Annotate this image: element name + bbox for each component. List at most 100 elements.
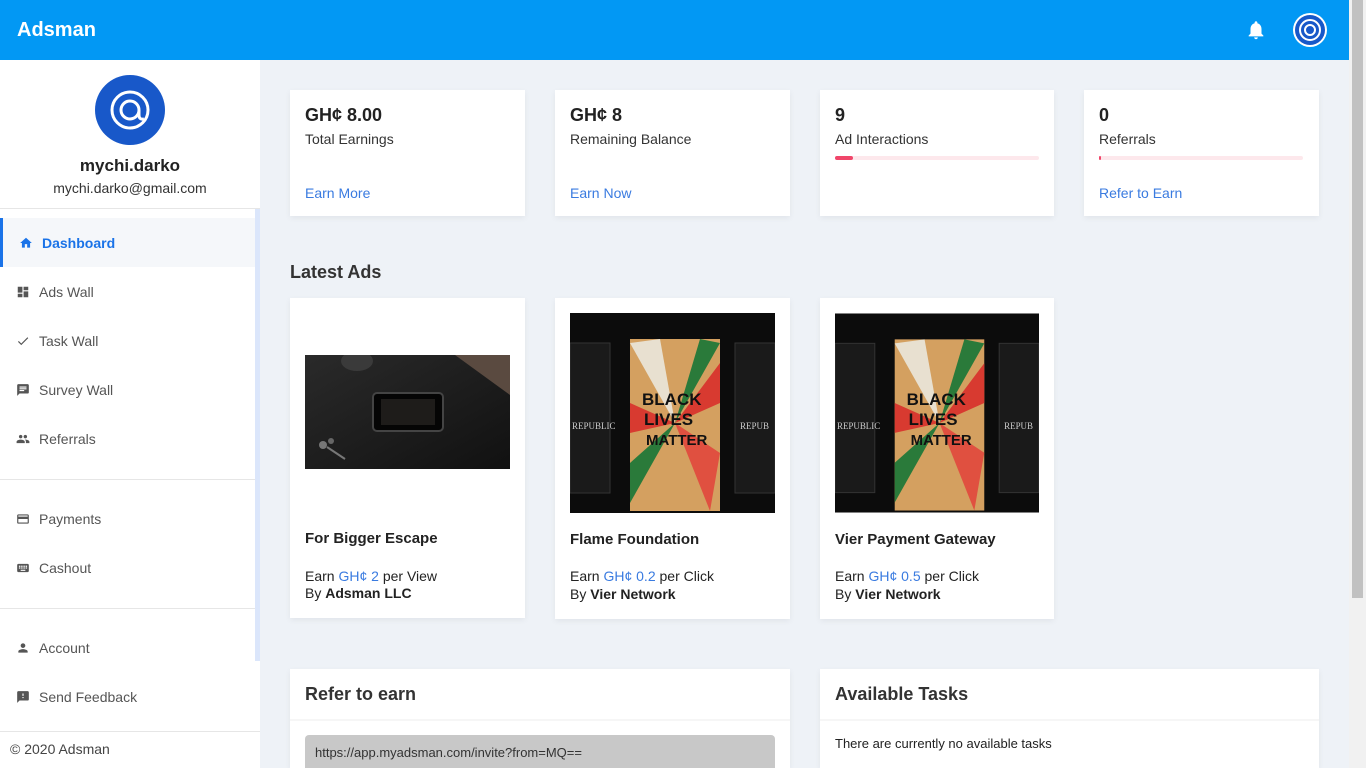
user-avatar-button[interactable] xyxy=(1293,13,1327,47)
sidebar-item-payments[interactable]: Payments xyxy=(0,494,255,543)
advertiser-name: Vier Network xyxy=(590,586,676,602)
ad-advertiser: By Adsman LLC xyxy=(305,585,412,601)
refer-panel: Refer to earn https://app.myadsman.com/i… xyxy=(290,669,790,768)
chat-icon xyxy=(17,383,29,396)
stat-card-total-earnings: GH¢ 8.00 Total Earnings Earn More xyxy=(290,90,525,216)
ad-card[interactable]: For Bigger Escape Earn GH¢ 2 per View By… xyxy=(290,298,525,618)
referrals-progress xyxy=(1099,156,1303,160)
earn-now-link[interactable]: Earn Now xyxy=(570,185,631,201)
earn-more-link[interactable]: Earn More xyxy=(305,185,370,201)
poster-text: LIVES xyxy=(909,410,958,429)
sidebar: mychi.darko mychi.darko@gmail.com Dashbo… xyxy=(0,60,260,768)
earn-unit: per Click xyxy=(655,568,714,584)
poster-text: MATTER xyxy=(911,432,972,449)
no-tasks-message: There are currently no available tasks xyxy=(835,736,1052,751)
page-scrollbar[interactable] xyxy=(1349,0,1366,768)
earn-unit: per Click xyxy=(920,568,979,584)
profile-email: mychi.darko@gmail.com xyxy=(53,180,207,196)
sidebar-item-label: Survey Wall xyxy=(39,381,114,398)
poster-text: BLACK xyxy=(642,390,702,409)
by-prefix: By xyxy=(305,585,326,601)
earn-amount: GH¢ 0.5 xyxy=(868,568,921,584)
stat-label: Remaining Balance xyxy=(570,131,692,147)
panel-divider xyxy=(820,719,1319,721)
sidebar-scrollbar[interactable] xyxy=(255,209,260,661)
ad-title[interactable]: Flame Foundation xyxy=(570,531,699,548)
earn-prefix: Earn xyxy=(835,568,869,584)
keyboard-icon xyxy=(17,563,29,572)
feedback-icon xyxy=(17,690,29,703)
sidebar-item-label: Ads Wall xyxy=(39,283,94,300)
sidebar-item-ads-wall[interactable]: Ads Wall xyxy=(0,267,255,316)
refer-to-earn-link[interactable]: Refer to Earn xyxy=(1099,185,1182,201)
earn-amount: GH¢ 0.2 xyxy=(603,568,656,584)
sidebar-item-send-feedback[interactable]: Send Feedback xyxy=(0,672,255,721)
sidebar-item-label: Task Wall xyxy=(39,332,99,349)
ad-earn-rate: Earn GH¢ 0.5 per Click xyxy=(835,568,979,584)
at-logo-icon xyxy=(110,90,150,130)
stat-value: GH¢ 8 xyxy=(570,105,623,125)
stat-value: 0 xyxy=(1099,105,1110,125)
panel-divider xyxy=(290,719,790,721)
ad-thumbnail-phone-image xyxy=(305,355,510,469)
latest-ads-heading: Latest Ads xyxy=(290,262,382,282)
ad-title[interactable]: For Bigger Escape xyxy=(305,530,438,547)
sidebar-item-dashboard[interactable]: Dashboard xyxy=(0,218,255,267)
people-icon xyxy=(16,434,30,443)
profile-username: mychi.darko xyxy=(79,156,181,175)
stat-value: 9 xyxy=(835,105,846,125)
sidebar-item-referrals[interactable]: Referrals xyxy=(0,414,255,463)
sign-text: REPUBLIC xyxy=(572,421,616,431)
sidebar-item-survey-wall[interactable]: Survey Wall xyxy=(0,365,255,414)
stat-card-remaining-balance: GH¢ 8 Remaining Balance Earn Now xyxy=(555,90,790,216)
top-bar: Adsman xyxy=(0,0,1349,60)
invite-link-field[interactable]: https://app.myadsman.com/invite?from=MQ=… xyxy=(305,735,775,768)
sidebar-item-label: Account xyxy=(39,639,90,656)
profile-avatar xyxy=(95,75,165,145)
sidebar-divider xyxy=(0,731,260,732)
poster-text: LIVES xyxy=(644,410,693,429)
tasks-panel-title: Available Tasks xyxy=(835,684,969,704)
sidebar-divider xyxy=(0,479,255,480)
progress-fill xyxy=(1099,156,1102,160)
earn-prefix: Earn xyxy=(570,568,604,584)
sidebar-item-label: Payments xyxy=(39,510,102,527)
ad-card[interactable]: REPUBLIC REPUB BLACK LIVES MATTER Flame … xyxy=(555,298,790,619)
sign-text: REPUB xyxy=(740,421,769,431)
ad-advertiser: By Vier Network xyxy=(570,586,676,602)
at-logo-icon xyxy=(1295,15,1325,45)
stat-value: GH¢ 8.00 xyxy=(305,105,383,125)
earn-amount: GH¢ 2 xyxy=(338,568,379,584)
sign-text: REPUBLIC xyxy=(837,421,880,431)
copyright-text: © 2020 Adsman xyxy=(10,741,110,757)
ad-card[interactable]: REPUBLIC REPUB BLACK LIVES MATTER Vier P… xyxy=(820,298,1054,619)
progress-fill xyxy=(835,156,854,160)
advertiser-name: Vier Network xyxy=(855,586,941,602)
dashboard-grid-icon xyxy=(17,286,29,297)
refer-panel-title: Refer to earn xyxy=(305,684,417,704)
sidebar-item-cashout[interactable]: Cashout xyxy=(0,543,255,592)
sidebar-item-task-wall[interactable]: Task Wall xyxy=(0,316,255,365)
scrollbar-thumb[interactable] xyxy=(1352,0,1363,598)
ad-earn-rate: Earn GH¢ 2 per View xyxy=(305,568,437,584)
stat-label: Referrals xyxy=(1099,131,1156,147)
poster-text: BLACK xyxy=(907,390,967,409)
sidebar-item-label: Dashboard xyxy=(42,234,116,251)
stat-label: Total Earnings xyxy=(305,131,394,147)
ad-advertiser: By Vier Network xyxy=(835,586,941,602)
stat-card-ad-interactions: 9 Ad Interactions xyxy=(820,90,1054,216)
advertiser-name: Adsman LLC xyxy=(325,585,412,601)
tasks-panel: Available Tasks There are currently no a… xyxy=(820,669,1319,768)
brand-logo[interactable]: Adsman xyxy=(17,19,96,42)
credit-card-icon xyxy=(17,513,29,524)
notification-bell-icon[interactable] xyxy=(1245,19,1267,41)
sidebar-item-label: Cashout xyxy=(39,559,92,576)
sidebar-item-account[interactable]: Account xyxy=(0,623,255,672)
profile-section: mychi.darko mychi.darko@gmail.com xyxy=(0,60,260,209)
earn-prefix: Earn xyxy=(305,568,339,584)
sidebar-item-label: Send Feedback xyxy=(39,688,138,705)
ad-title[interactable]: Vier Payment Gateway xyxy=(835,531,996,548)
ad-thumbnail-poster-image: REPUBLIC REPUB BLACK LIVES MATTER xyxy=(570,313,775,513)
sidebar-divider xyxy=(0,608,255,609)
ad-interactions-progress xyxy=(835,156,1039,160)
